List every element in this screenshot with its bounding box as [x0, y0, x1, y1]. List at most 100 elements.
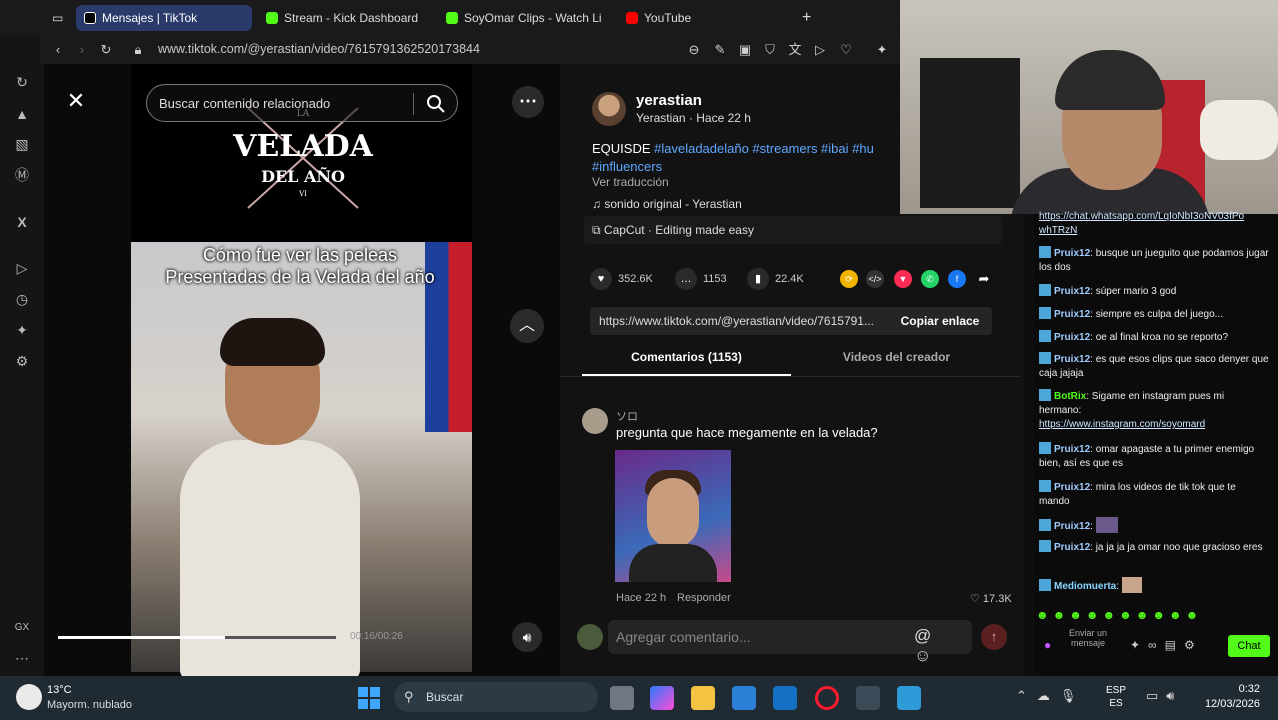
chat-link[interactable]: https://www.instagram.com/soyomard: [1039, 419, 1205, 430]
reload-icon[interactable]: ↻: [98, 42, 114, 58]
extensions-icon[interactable]: ✦: [12, 320, 32, 340]
commenter-name[interactable]: ソロ: [616, 408, 638, 424]
logo-line3: DEL AÑO: [261, 165, 345, 186]
workspaces-icon[interactable]: ▧: [12, 134, 32, 154]
play-icon[interactable]: ▷: [812, 42, 828, 58]
clock-date[interactable]: 12/03/2026: [1200, 698, 1260, 710]
new-tab-button[interactable]: +: [798, 5, 820, 31]
chat-user[interactable]: Pruix12: [1054, 309, 1090, 320]
extensions-icon[interactable]: ✦: [874, 42, 890, 58]
commenter-avatar[interactable]: [582, 408, 608, 434]
chat-link[interactable]: https://chat.whatsapp.com/LqIoNbI3oNV03f…: [1039, 211, 1244, 236]
whatsapp-icon[interactable]: ✆: [921, 270, 939, 288]
clock-icon[interactable]: ◷: [12, 289, 32, 309]
mic-icon[interactable]: ●: [1044, 638, 1058, 654]
heart-icon[interactable]: ♡: [838, 42, 854, 58]
send-icon[interactable]: ▼: [894, 270, 912, 288]
comment-image[interactable]: [615, 450, 731, 582]
windows-start-icon[interactable]: [357, 686, 381, 710]
language-indicator[interactable]: ESP ES: [1106, 684, 1126, 710]
network-volume-icons[interactable]: ▭🔊︎: [1146, 688, 1182, 704]
chat-user[interactable]: Pruix12: [1054, 332, 1090, 343]
copilot-icon[interactable]: [650, 686, 674, 710]
settings-icon[interactable]: ⚙: [12, 351, 32, 371]
obs-icon[interactable]: [856, 686, 880, 710]
chat-user[interactable]: Pruix12: [1054, 542, 1090, 553]
tab-youtube[interactable]: YouTube: [618, 5, 794, 31]
tab-soyomar-clips[interactable]: SoyOmar Clips - Watch Li: [438, 5, 614, 31]
chat-user[interactable]: Pruix12: [1054, 286, 1090, 297]
save-button[interactable]: ▮ 22.4K: [747, 268, 804, 290]
weather-desc[interactable]: Mayorm. nublado: [47, 699, 132, 711]
zoom-icon[interactable]: ⊖: [686, 42, 702, 58]
chat-user[interactable]: Pruix12: [1054, 248, 1090, 259]
close-icon[interactable]: ✕: [62, 87, 90, 115]
weather-icon[interactable]: [16, 684, 42, 710]
reply-button[interactable]: Responder: [677, 592, 731, 604]
emote-bar[interactable]: ☻☻☻☻☻☻☻☻☻☻: [1036, 608, 1276, 624]
shield-icon[interactable]: ⛉: [762, 42, 778, 58]
app-icon[interactable]: [897, 686, 921, 710]
snapshot-icon[interactable]: ▣: [737, 42, 753, 58]
gx-icon[interactable]: GX: [12, 618, 32, 638]
taskbar-search[interactable]: ⚲ Buscar: [394, 682, 598, 712]
opera-gx-icon[interactable]: [815, 686, 839, 710]
comment-button[interactable]: … 1153: [675, 268, 727, 290]
x-icon[interactable]: X: [12, 212, 32, 232]
related-search-input[interactable]: Buscar contenido relacionado: [146, 84, 458, 122]
facebook-icon[interactable]: f: [948, 270, 966, 288]
sound-link[interactable]: ♫ sonido original - Yerastian: [592, 197, 742, 211]
add-comment-input[interactable]: Agregar comentario... @ ☺: [608, 620, 972, 665]
file-explorer-icon[interactable]: [691, 686, 715, 710]
post-link-field[interactable]: https://www.tiktok.com/@yerastian/video/…: [590, 307, 888, 335]
more-icon[interactable]: ⋯: [12, 648, 32, 668]
tab-comments[interactable]: Comentarios (1153): [582, 350, 791, 364]
embed-icon[interactable]: </>: [866, 270, 884, 288]
messenger-icon[interactable]: Ⓜ: [12, 165, 32, 185]
player-icon[interactable]: ▷: [12, 258, 32, 278]
mention-emoji-icons[interactable]: @ ☺: [914, 626, 972, 666]
weather-temp[interactable]: 13°C: [47, 684, 72, 696]
previous-video-button[interactable]: ︿: [510, 309, 544, 343]
pin-icon[interactable]: ✎: [712, 42, 728, 58]
history-icon[interactable]: ↻: [12, 72, 32, 92]
author-name[interactable]: yerastian: [636, 92, 702, 109]
forward-icon[interactable]: ›: [74, 42, 90, 58]
system-tray-icons[interactable]: ⌃☁🎙︎: [1016, 688, 1086, 704]
chat-user[interactable]: Pruix12: [1054, 482, 1090, 493]
subscriber-badge-icon: [1039, 519, 1051, 531]
chat-send-button[interactable]: Chat: [1228, 635, 1270, 657]
copy-link-button[interactable]: Copiar enlace: [888, 307, 992, 335]
url-field[interactable]: www.tiktok.com/@yerastian/video/76157913…: [158, 42, 480, 56]
comment-like-button[interactable]: ♡ 17.3K: [970, 592, 1012, 605]
chat-user[interactable]: Pruix12: [1054, 444, 1090, 455]
chat-tool-icons[interactable]: ✦∞▤⚙: [1130, 638, 1203, 652]
tab-creator-videos[interactable]: Videos del creador: [792, 350, 1001, 364]
repost-icon[interactable]: ⟳: [840, 270, 858, 288]
chat-user[interactable]: Mediomuerta: [1054, 581, 1116, 592]
tab-tiktok[interactable]: Mensajes | TikTok: [76, 5, 252, 31]
hashtag-links[interactable]: #laveladadelaño #streamers #ibai #hu: [654, 141, 874, 156]
chat-user[interactable]: Pruix12: [1054, 354, 1090, 365]
like-button[interactable]: ♥ 352.6K: [590, 268, 653, 290]
tab-kick-dashboard[interactable]: Stream - Kick Dashboard: [258, 5, 434, 31]
volume-icon[interactable]: 🔊︎: [512, 622, 542, 652]
chat-input[interactable]: Enviar un mensaje: [1066, 628, 1110, 648]
store-icon[interactable]: [732, 686, 756, 710]
aria-icon[interactable]: ▲: [12, 104, 32, 124]
see-translation-link[interactable]: Ver traducción: [592, 175, 669, 189]
chat-user[interactable]: Pruix12: [1054, 521, 1090, 532]
post-comment-button[interactable]: ↑: [981, 624, 1007, 650]
clock-time[interactable]: 0:32: [1200, 683, 1260, 695]
back-icon[interactable]: ‹: [50, 42, 66, 58]
chat-user[interactable]: BotRix: [1054, 391, 1086, 402]
outlook-icon[interactable]: [773, 686, 797, 710]
author-avatar[interactable]: [592, 92, 626, 126]
task-view-icon[interactable]: [610, 686, 634, 710]
share-icon[interactable]: ➦: [975, 270, 993, 288]
tab-strip-icon[interactable]: ▭: [52, 5, 72, 31]
search-icon[interactable]: [425, 93, 447, 115]
more-options-button[interactable]: ⋯: [512, 86, 544, 118]
hashtag-link[interactable]: #influencers: [592, 159, 662, 174]
translate-icon[interactable]: 文: [787, 42, 803, 58]
